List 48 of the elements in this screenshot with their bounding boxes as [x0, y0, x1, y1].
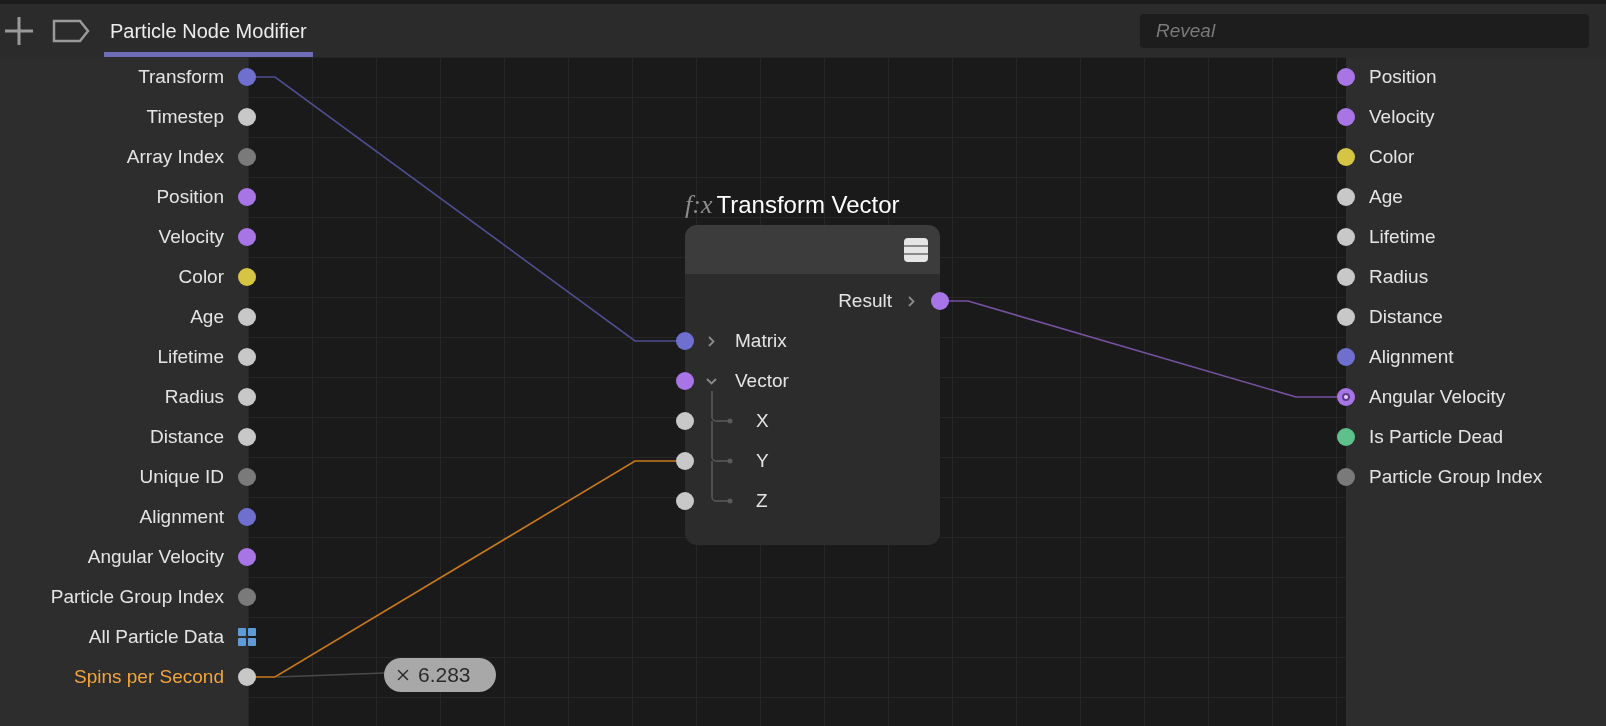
- port-label: Distance: [150, 424, 224, 449]
- port-label: X: [756, 408, 769, 433]
- node-header[interactable]: [685, 225, 940, 274]
- port-label: Angular Velocity: [1369, 384, 1506, 409]
- multiplier-pill[interactable]: 6.283: [384, 658, 496, 692]
- port-label: Vector: [735, 368, 789, 393]
- port-label: Y: [756, 448, 769, 473]
- tag-icon[interactable]: [52, 18, 90, 43]
- menu-icon[interactable]: [904, 237, 928, 262]
- port-label: Z: [756, 488, 768, 513]
- port-label: Angular Velocity: [87, 544, 224, 569]
- search-field[interactable]: Reveal: [1140, 13, 1589, 48]
- port-label: Result: [838, 288, 892, 313]
- port-label: Timestep: [146, 104, 224, 129]
- chevron-down-icon[interactable]: [706, 375, 717, 387]
- port-label: Position: [156, 184, 224, 209]
- port-label: Radius: [1369, 264, 1429, 289]
- port-label: Transform: [138, 64, 224, 89]
- port-label: Particle Group Index: [1369, 464, 1543, 489]
- tree-branch-icon: [711, 391, 733, 424]
- grid-icon[interactable]: [238, 628, 256, 646]
- port-label: Velocity: [1369, 104, 1435, 129]
- tree-branch-icon: [711, 421, 733, 464]
- port-label: Particle Group Index: [50, 584, 224, 609]
- chevron-right-icon: [908, 295, 915, 307]
- port-label: Spins per Second: [74, 664, 224, 689]
- node-title: Transform Vector: [716, 190, 900, 220]
- port-label: Distance: [1369, 304, 1443, 329]
- port-label: Velocity: [158, 224, 224, 249]
- chevron-right-icon[interactable]: [706, 335, 717, 347]
- function-symbol: f:x: [685, 189, 713, 221]
- port-label: Age: [190, 304, 224, 329]
- port-label: Lifetime: [1369, 224, 1436, 249]
- port-label: Alignment: [1369, 344, 1454, 369]
- port-label: Age: [1369, 184, 1403, 209]
- port-label: Color: [178, 264, 224, 289]
- multiplier-value: 6.283: [418, 662, 471, 689]
- port-label: All Particle Data: [88, 624, 224, 649]
- port-label: Lifetime: [157, 344, 224, 369]
- port-label: Matrix: [735, 328, 787, 353]
- tree-branch-icon: [711, 461, 733, 504]
- port-label: Alignment: [139, 504, 224, 529]
- port-label: Is Particle Dead: [1369, 424, 1504, 449]
- port-label: Array Index: [126, 144, 224, 169]
- port-label: Position: [1369, 64, 1437, 89]
- port-label: Unique ID: [139, 464, 224, 489]
- port-label: Radius: [164, 384, 224, 409]
- port-label: Color: [1369, 144, 1415, 169]
